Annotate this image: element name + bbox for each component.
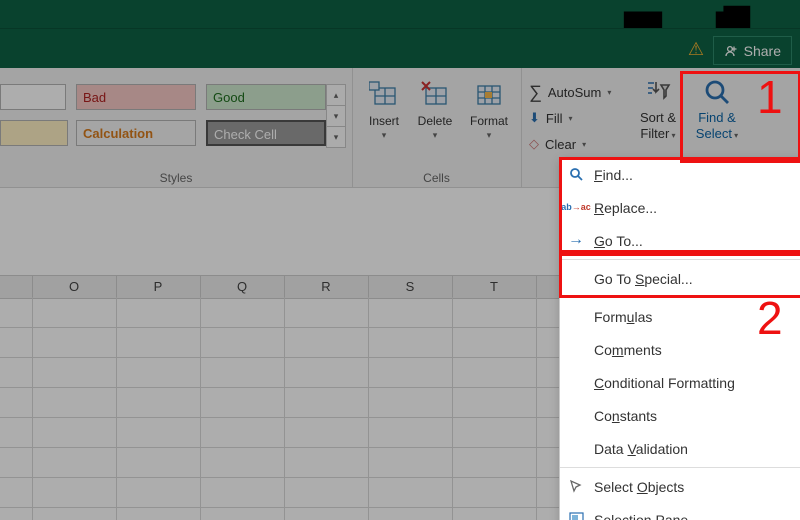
menu-constants[interactable]: Constants [560,399,800,432]
sort-filter-button[interactable]: Sort & Filter ▾ [629,76,687,141]
style-check-cell[interactable]: Check Cell [206,120,326,146]
scroll-up-icon[interactable]: ▴ [327,85,345,106]
maximize-button[interactable] [710,0,756,28]
sigma-icon: ∑ [529,82,542,103]
col-header[interactable]: P [116,276,201,298]
minimize-button[interactable] [666,0,712,28]
menu-goto[interactable]: → Go To... [560,224,800,257]
share-label: Share [744,43,781,59]
replace-icon: ab→ac [567,198,585,216]
menu-selection-pane[interactable]: Selection Pane... [560,503,800,520]
menu-replace[interactable]: ab→ac Replace... [560,191,800,224]
scroll-down-icon[interactable]: ▾ [327,106,345,127]
sharebar: ⚠ Share [0,28,800,69]
fill-label: Fill [546,111,563,126]
chevron-down-icon: ▾ [464,130,514,141]
delete-cells-icon [418,78,452,110]
clear-label: Clear [545,137,576,152]
insert-cells-icon [367,78,401,110]
find-select-label-2: Select [696,126,732,141]
ribbon-display-options-button[interactable] [620,0,666,28]
delete-label: Delete [418,114,453,128]
close-button[interactable] [754,0,800,28]
magnifier-icon [683,76,751,110]
selection-pane-icon [567,510,585,520]
col-header[interactable]: O [32,276,117,298]
style-calculation[interactable]: Calculation [76,120,196,146]
autosum-label: AutoSum [548,85,601,100]
menu-conditional-formatting[interactable]: Conditional Formatting [560,366,800,399]
styles-group-label: Styles [0,171,352,185]
style-bad[interactable]: Bad [76,84,196,110]
clear-button[interactable]: ◇ Clear ▾ [529,134,586,154]
col-header[interactable]: R [284,276,369,298]
eraser-icon: ◇ [529,136,539,152]
menu-find[interactable]: Find... [560,158,800,191]
find-select-label-1: Find & [698,110,736,125]
chevron-down-icon: ▾ [569,114,573,123]
col-header[interactable]: Q [200,276,285,298]
autosum-button[interactable]: ∑ AutoSum ▾ [529,82,611,102]
styles-group: Bad Good Calculation Check Cell ▴ ▾ ▾ St… [0,68,353,187]
arrow-right-icon: → [567,231,585,249]
annotation-label-1: 1 [757,70,783,124]
fill-button[interactable]: ⬇ Fill ▾ [529,108,573,128]
delete-button[interactable]: Delete ▾ [410,78,460,141]
col-header[interactable] [0,276,33,298]
annotation-label-2: 2 [757,291,783,345]
find-select-button[interactable]: Find & Select ▾ [683,76,751,141]
style-gallery-scroll[interactable]: ▴ ▾ ▾ [326,84,346,148]
share-button[interactable]: Share [713,36,792,65]
col-header[interactable]: T [452,276,537,298]
insert-label: Insert [369,114,399,128]
chevron-down-icon: ▾ [582,140,586,149]
menu-select-objects[interactable]: Select Objects [560,470,800,503]
cells-group: Insert ▾ Delete ▾ Format ▾ Cells [352,68,522,187]
format-button[interactable]: Format ▾ [464,78,514,141]
col-header[interactable]: S [368,276,453,298]
insert-button[interactable]: Insert ▾ [359,78,409,141]
style-normal[interactable] [0,84,66,110]
scroll-more-icon[interactable]: ▾ [327,127,345,147]
titlebar [0,0,800,28]
sort-filter-label-2: Filter [640,126,669,141]
chevron-down-icon: ▾ [359,130,409,141]
cells-group-label: Cells [352,171,521,185]
menu-data-validation[interactable]: Data Validation [560,432,800,465]
warning-icon: ⚠ [688,39,704,60]
format-label: Format [470,114,508,128]
magnifier-icon [567,165,585,183]
style-neutral[interactable] [0,120,68,146]
fill-down-icon: ⬇ [529,110,540,126]
sort-filter-label-1: Sort & [640,110,676,125]
format-cells-icon [472,78,506,110]
chevron-down-icon: ▾ [607,88,611,97]
style-good[interactable]: Good [206,84,326,110]
cursor-icon [567,477,585,495]
sort-filter-icon [629,76,687,110]
chevron-down-icon: ▾ [410,130,460,141]
